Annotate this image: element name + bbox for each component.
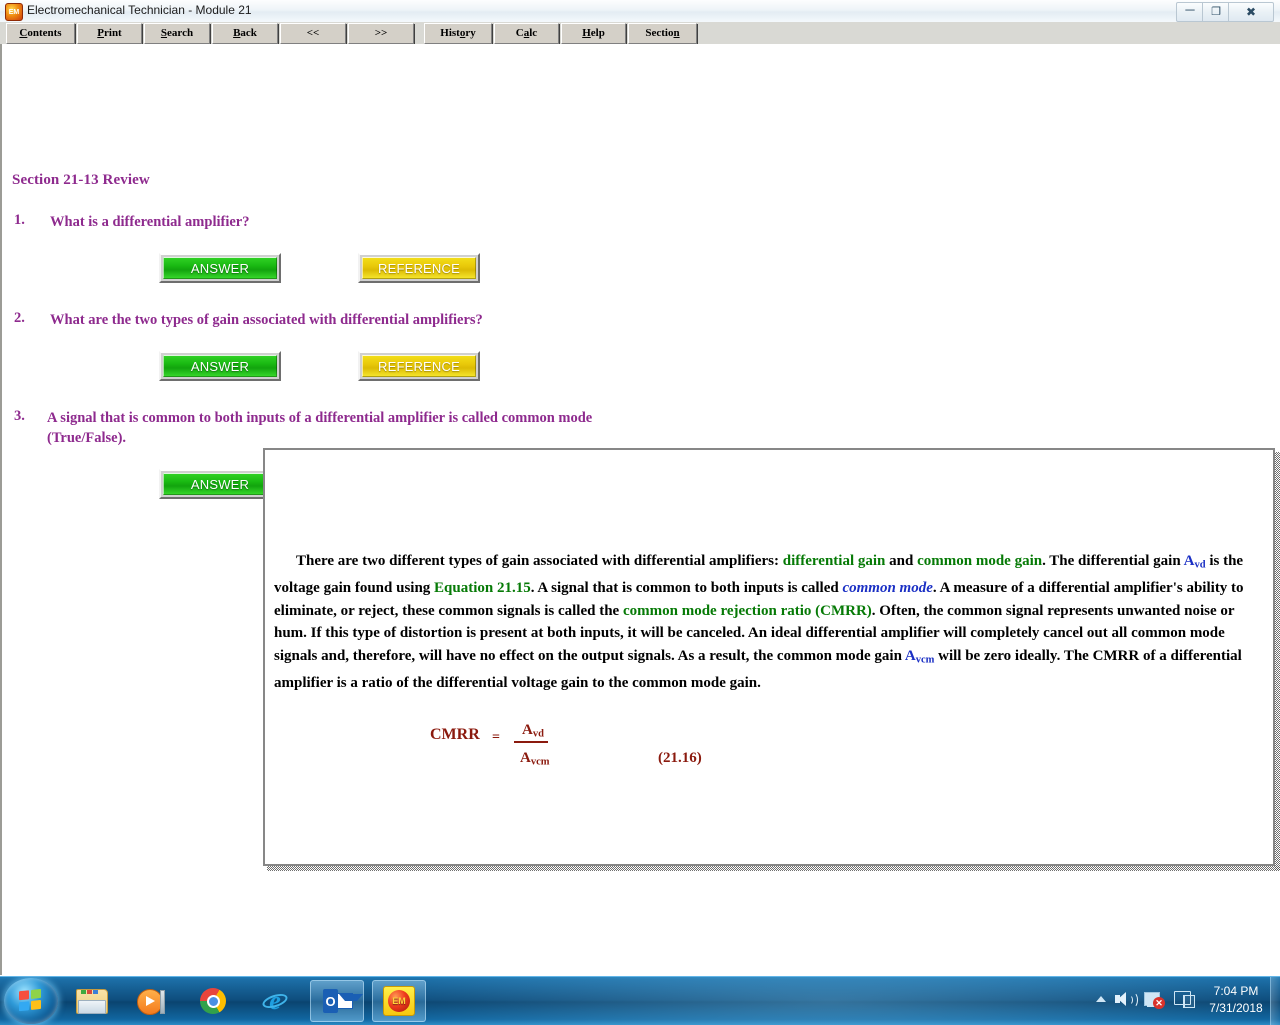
question-3-number: 3. xyxy=(14,408,25,425)
toolbar-button-next[interactable]: >> xyxy=(348,23,414,44)
answer-button-1[interactable]: ANSWER xyxy=(159,253,281,283)
question-3-text: A signal that is common to both inputs o… xyxy=(47,408,607,448)
question-2-number: 2. xyxy=(14,310,25,327)
toolbar-button-search[interactable]: Search xyxy=(144,23,210,44)
symbol-avcm-base: A xyxy=(905,648,916,664)
toolbar-button-print[interactable]: Print xyxy=(77,23,142,44)
toolbar-button-help[interactable]: Help xyxy=(561,23,626,44)
term-common-mode-gain: common mode gain xyxy=(917,553,1042,569)
toolbar-button-history[interactable]: History xyxy=(424,23,492,44)
equation-numerator-base: A xyxy=(522,722,533,738)
toolbar-label-next: >> xyxy=(375,27,388,39)
outlook-icon: O xyxy=(323,989,351,1013)
folder-icon xyxy=(76,989,106,1013)
popup-text-3: . The differential gain xyxy=(1042,553,1184,569)
equation-denominator-sub: vcm xyxy=(531,757,550,768)
equation-numerator: Avd xyxy=(514,722,548,743)
reference-button-2[interactable]: REFERENCE xyxy=(358,351,480,381)
show-desktop-button[interactable] xyxy=(1270,977,1280,1025)
symbol-avd: Avd xyxy=(1184,553,1206,569)
popup-text-2: and xyxy=(885,553,917,569)
chrome-icon xyxy=(200,988,226,1014)
equation-lhs: CMRR xyxy=(430,726,480,744)
question-2-text: What are the two types of gain associate… xyxy=(50,310,650,330)
clock-date: 7/31/2018 xyxy=(1202,1000,1270,1017)
toolbar: Contents Print Search Back << >> History… xyxy=(0,22,1280,45)
link-equation-21-15[interactable]: Equation 21.15 xyxy=(434,580,531,596)
popup-shadow-bottom xyxy=(267,866,1280,871)
toolbar-label-contents: ontents xyxy=(27,27,61,39)
popup-content: There are two different types of gain as… xyxy=(265,450,1273,864)
minimize-icon: ─ xyxy=(1185,3,1194,16)
toolbar-label-search: earch xyxy=(167,27,193,39)
outlook-icon-letter: O xyxy=(323,989,338,1013)
symbol-avd-base: A xyxy=(1184,553,1195,569)
answer-button-2[interactable]: ANSWER xyxy=(159,351,281,381)
electromechanical-app-badge: EM xyxy=(388,990,410,1012)
clock[interactable]: 7:04 PM 7/31/2018 xyxy=(1202,983,1270,1017)
question-1-text: What is a differential amplifier? xyxy=(50,212,650,232)
page-title: Section 21-13 Review xyxy=(12,172,150,189)
popup-shadow-right xyxy=(1275,452,1280,870)
action-center-icon[interactable] xyxy=(1174,990,1194,1010)
restore-button[interactable]: ❐ xyxy=(1202,2,1230,22)
toolbar-button-back[interactable]: Back xyxy=(212,23,278,44)
app-icon: EM xyxy=(5,3,23,21)
reference-popup-window[interactable]: There are two different types of gain as… xyxy=(263,448,1275,866)
media-player-icon xyxy=(137,988,165,1014)
popup-text-5: . A signal that is common to both inputs… xyxy=(531,580,843,596)
taskbar-item-google-chrome[interactable] xyxy=(186,980,240,1022)
answer-button-3-label: ANSWER xyxy=(163,473,277,495)
taskbar: e O EM ✕ 7:04 PM 7/31/2018 xyxy=(0,976,1280,1025)
toolbar-label-back: ack xyxy=(240,27,257,39)
term-cmrr: common mode rejection ratio (CMRR) xyxy=(623,603,872,619)
title-bar[interactable]: EM Electromechanical Technician - Module… xyxy=(0,0,1280,23)
taskbar-item-internet-explorer[interactable]: e xyxy=(248,980,302,1022)
restore-icon: ❐ xyxy=(1211,7,1221,18)
equation-denominator: Avcm xyxy=(520,750,550,768)
taskbar-item-windows-explorer[interactable] xyxy=(64,980,118,1022)
taskbar-item-windows-media-player[interactable] xyxy=(124,980,178,1022)
minimize-button[interactable]: ─ xyxy=(1176,2,1204,22)
toolbar-button-calc[interactable]: Calc xyxy=(494,23,559,44)
equation-denominator-base: A xyxy=(520,750,531,766)
emphasis-common-mode: common mode xyxy=(842,580,932,596)
internet-explorer-icon: e xyxy=(261,988,289,1014)
popup-paragraph: There are two different types of gain as… xyxy=(274,550,1246,695)
window-title: Electromechanical Technician - Module 21 xyxy=(27,3,252,17)
electromechanical-app-icon: EM xyxy=(383,986,415,1016)
start-button[interactable] xyxy=(4,978,58,1024)
question-1-number: 1. xyxy=(14,212,25,229)
equation-equals-sign: = xyxy=(492,730,500,746)
windows-logo-icon xyxy=(19,989,43,1014)
reference-button-1-label: REFERENCE xyxy=(362,257,476,279)
network-icon[interactable]: ✕ xyxy=(1144,990,1166,1010)
taskbar-item-electromechanical-app[interactable]: EM xyxy=(372,980,426,1022)
symbol-avcm-sub: vcm xyxy=(916,655,935,666)
popup-text-1: There are two different types of gain as… xyxy=(296,553,783,569)
taskbar-item-microsoft-outlook[interactable]: O xyxy=(310,980,364,1022)
volume-icon[interactable] xyxy=(1114,990,1134,1010)
toolbar-button-section[interactable]: Section xyxy=(628,23,697,44)
network-error-badge: ✕ xyxy=(1153,997,1165,1009)
close-icon: ✖ xyxy=(1246,6,1256,18)
symbol-avcm: Avcm xyxy=(905,648,935,664)
answer-button-1-label: ANSWER xyxy=(163,257,277,279)
reference-button-2-label: REFERENCE xyxy=(362,355,476,377)
term-differential-gain: differential gain xyxy=(783,553,886,569)
answer-button-2-label: ANSWER xyxy=(163,355,277,377)
symbol-avd-sub: vd xyxy=(1194,560,1205,571)
toolbar-label-prev: << xyxy=(307,27,320,39)
toolbar-button-contents[interactable]: Contents xyxy=(6,23,75,44)
equation-number: (21.16) xyxy=(658,750,702,767)
toolbar-button-prev[interactable]: << xyxy=(280,23,346,44)
equation-numerator-sub: vd xyxy=(533,729,544,740)
show-hidden-icons-icon[interactable] xyxy=(1096,996,1106,1002)
close-button[interactable]: ✖ xyxy=(1228,2,1274,22)
toolbar-label-print: rint xyxy=(104,27,122,39)
system-tray: ✕ 7:04 PM 7/31/2018 xyxy=(1084,977,1280,1025)
reference-button-1[interactable]: REFERENCE xyxy=(358,253,480,283)
clock-time: 7:04 PM xyxy=(1202,983,1270,1000)
